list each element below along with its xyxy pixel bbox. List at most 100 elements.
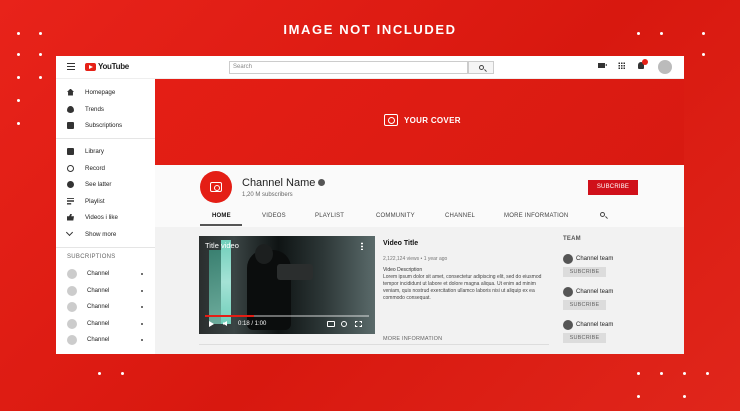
- subscription-item[interactable]: Channel: [56, 284, 155, 298]
- decor-dot: [98, 372, 101, 375]
- video-progress-fill: [205, 315, 255, 317]
- play-icon[interactable]: [209, 321, 214, 327]
- member-name[interactable]: Channel team: [576, 256, 613, 262]
- search-button[interactable]: [468, 61, 494, 74]
- decor-dot: [637, 32, 640, 35]
- new-content-dot: [141, 339, 143, 341]
- team-member: Channel team SUBCRIBE: [563, 320, 673, 350]
- more-information-link[interactable]: MORE INFORMATION: [383, 336, 442, 342]
- channel-cover: YOUR COVER: [155, 79, 684, 165]
- sidebar-item-library[interactable]: Library: [56, 143, 155, 159]
- decor-dot: [702, 53, 705, 56]
- decor-dot: [39, 53, 42, 56]
- channel-avatar[interactable]: [200, 171, 232, 203]
- sidebar-item-see-latter[interactable]: See latter: [56, 176, 155, 192]
- sidebar-item-playlist[interactable]: Playlist: [56, 193, 155, 209]
- sidebar-item-homepage[interactable]: Homepage: [56, 84, 155, 100]
- image-not-included-banner: IMAGE NOT INCLUDED: [283, 22, 457, 37]
- sidebar-item-show-more[interactable]: Show more: [56, 226, 155, 242]
- meta-separator: •: [420, 256, 423, 262]
- sidebar-item-label: Subscriptions: [85, 121, 123, 129]
- youtube-play-logo-icon: [85, 62, 96, 71]
- view-count: 2,122,124 views: [383, 256, 420, 262]
- decor-dot: [39, 76, 42, 79]
- member-name[interactable]: Channel team: [576, 289, 613, 295]
- video-player[interactable]: Title video 0:18 / 1:00: [199, 236, 375, 334]
- youtube-window: YouTube Search Homepage Trends Subscript…: [56, 56, 684, 354]
- subscription-item[interactable]: Channel: [56, 267, 155, 281]
- cover-label: YOUR COVER: [404, 115, 461, 125]
- member-avatar[interactable]: [563, 254, 573, 264]
- tab-videos[interactable]: VIDEOS: [262, 213, 286, 219]
- tab-home[interactable]: HOME: [212, 213, 231, 219]
- channel-label: Channel: [87, 337, 110, 343]
- settings-icon[interactable]: [341, 321, 347, 327]
- member-avatar[interactable]: [563, 320, 573, 330]
- subscribe-button[interactable]: SUBCRIBE: [588, 180, 638, 195]
- sidebar-item-label: Record: [85, 164, 105, 172]
- sidebar-item-videos-i-like[interactable]: Videos i like: [56, 209, 155, 225]
- new-content-dot: [141, 273, 143, 275]
- member-subscribe-button[interactable]: SUBCRIBE: [563, 333, 606, 343]
- apps-icon[interactable]: [618, 62, 625, 69]
- video-progress-bar[interactable]: [205, 315, 369, 317]
- team-title: TEAM: [563, 236, 581, 242]
- subscription-item[interactable]: Channel: [56, 333, 155, 347]
- subscription-item[interactable]: Channel: [56, 300, 155, 314]
- more-vert-icon[interactable]: [361, 242, 363, 250]
- team-member: Channel team SUBCRIBE: [563, 287, 673, 317]
- top-header: YouTube Search: [56, 56, 684, 79]
- watch-later-icon: [67, 180, 74, 188]
- decor-dot: [17, 76, 20, 79]
- video-overlay-title: Title video: [205, 241, 239, 250]
- member-name[interactable]: Channel team: [576, 322, 613, 328]
- create-video-icon[interactable]: [598, 63, 607, 68]
- subscription-item[interactable]: Channel: [56, 317, 155, 331]
- youtube-logo[interactable]: YouTube: [85, 62, 129, 71]
- upload-age: 1 year ago: [423, 256, 448, 262]
- library-icon: [67, 147, 74, 155]
- liked-icon: [67, 213, 74, 221]
- subscriber-count: 1,20 M subscribers: [242, 192, 293, 198]
- account-avatar[interactable]: [658, 60, 672, 74]
- sidebar-item-label: Show more: [85, 230, 117, 238]
- decor-dot: [17, 99, 20, 102]
- member-avatar[interactable]: [563, 287, 573, 297]
- sidebar-item-label: Videos i like: [85, 213, 118, 221]
- new-content-dot: [141, 306, 143, 308]
- sidebar-item-trends[interactable]: Trends: [56, 101, 155, 117]
- search-input[interactable]: Search: [229, 61, 468, 74]
- member-subscribe-button[interactable]: SUBCRIBE: [563, 300, 606, 310]
- decor-dot: [17, 53, 20, 56]
- menu-icon[interactable]: [67, 63, 75, 70]
- decor-dot: [660, 372, 663, 375]
- tab-channel[interactable]: CHANNEL: [445, 213, 475, 219]
- channel-avatar: [67, 335, 77, 345]
- decor-dot: [702, 32, 705, 35]
- logo-text: YouTube: [98, 62, 129, 71]
- sidebar-item-label: Homepage: [85, 88, 116, 96]
- home-content: Title video 0:18 / 1:00 Video Title 2,12…: [155, 227, 684, 354]
- tab-playlist[interactable]: PLAYLIST: [315, 213, 344, 219]
- home-icon: [67, 88, 74, 96]
- captions-icon[interactable]: [327, 321, 335, 327]
- video-title[interactable]: Video Title: [383, 240, 418, 247]
- decor-dot: [121, 372, 124, 375]
- channel-avatar: [67, 269, 77, 279]
- chevron-down-icon: [65, 228, 74, 237]
- member-subscribe-button[interactable]: SUBCRIBE: [563, 267, 606, 277]
- tab-more-information[interactable]: MORE INFORMATION: [504, 213, 568, 219]
- subscriptions-section-title: SUBCRIPTIONS: [67, 254, 116, 260]
- sidebar-item-record[interactable]: Record: [56, 160, 155, 176]
- history-icon: [67, 164, 74, 172]
- video-time: 0:18 / 1:00: [238, 321, 267, 327]
- search-icon: [479, 65, 484, 70]
- channel-search-button[interactable]: [600, 212, 605, 217]
- sidebar-item-subscriptions[interactable]: Subscriptions: [56, 117, 155, 133]
- channel-name-row: Channel Name: [242, 177, 326, 189]
- camera-icon: [384, 114, 398, 126]
- tab-community[interactable]: COMMUNITY: [376, 213, 415, 219]
- video-meta: 2,122,124 views • 1 year ago: [383, 256, 447, 262]
- channel-label: Channel: [87, 288, 110, 294]
- decor-dot: [637, 372, 640, 375]
